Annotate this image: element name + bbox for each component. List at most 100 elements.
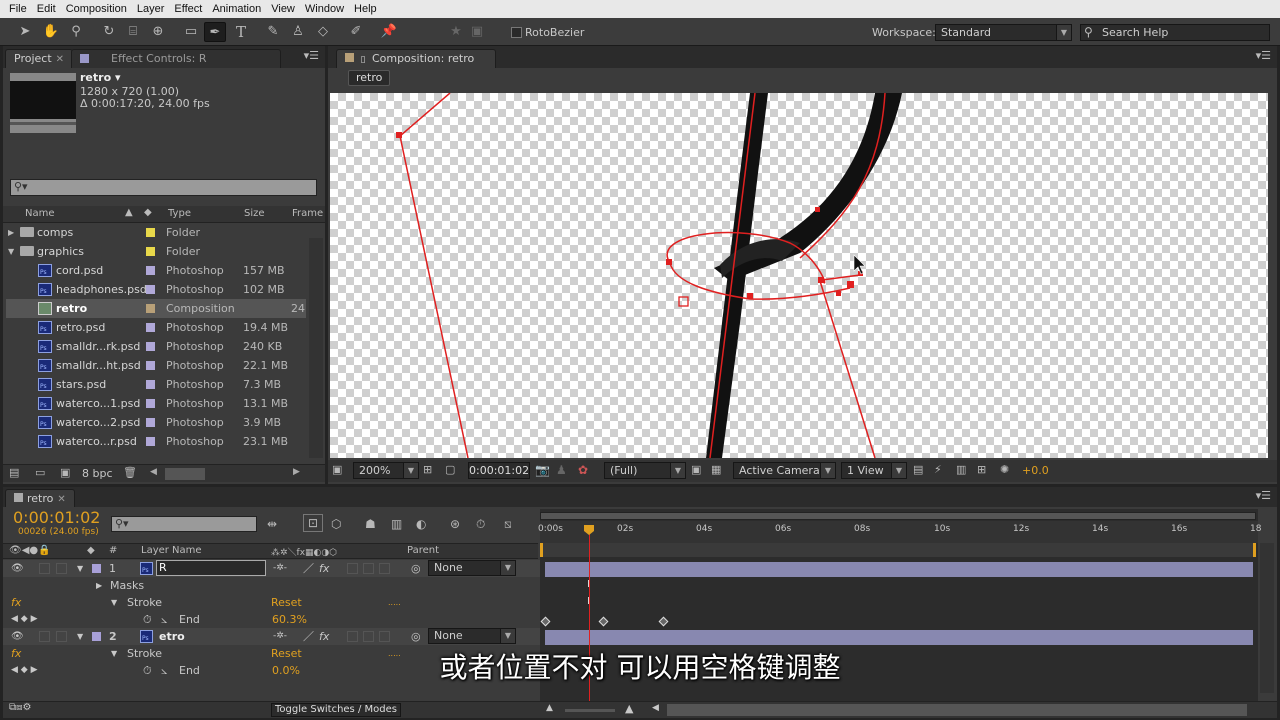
menu-effect[interactable]: Effect bbox=[169, 3, 207, 15]
mask-first-vertex[interactable] bbox=[678, 296, 689, 307]
switch-box[interactable] bbox=[363, 563, 374, 574]
project-item-comp[interactable]: retro Composition 24 bbox=[6, 299, 306, 318]
draft-3d-icon[interactable]: ⬡ bbox=[331, 514, 341, 534]
bpc-toggle[interactable]: 8 bpc bbox=[82, 467, 113, 480]
twirl-down-icon[interactable]: ▼ bbox=[111, 645, 117, 662]
switch-box[interactable] bbox=[379, 563, 390, 574]
quality-switch-icon[interactable]: ／ bbox=[303, 628, 314, 645]
toggle-pixel-aspect-icon[interactable]: ▤ bbox=[913, 460, 923, 480]
project-item-psd[interactable]: cord.psd Photoshop 157 MB bbox=[6, 261, 306, 280]
region-of-interest-icon[interactable]: ▣ bbox=[691, 460, 701, 480]
project-item-psd[interactable]: waterco...1.psd Photoshop 13.1 MB bbox=[6, 394, 306, 413]
time-zoom-slider[interactable] bbox=[565, 709, 615, 712]
clone-stamp-tool-icon[interactable]: ♙ bbox=[287, 22, 309, 42]
solo-toggle[interactable] bbox=[39, 631, 50, 642]
show-snapshot-icon[interactable]: ♟ bbox=[556, 460, 567, 480]
timeline-timecode[interactable]: 0:00:01:02 bbox=[13, 508, 100, 527]
end-value[interactable]: 60.3% bbox=[272, 611, 307, 628]
timeline-horizontal-scroll-thumb[interactable] bbox=[667, 704, 1247, 716]
menu-file[interactable]: File bbox=[4, 3, 32, 15]
motion-blur-icon[interactable]: ◐ bbox=[416, 514, 426, 534]
effect-switch-icon[interactable]: fx bbox=[319, 560, 329, 577]
snapshot-icon[interactable]: 📷 bbox=[535, 460, 550, 480]
col-layer-name[interactable]: Layer Name bbox=[141, 545, 202, 556]
scroll-left-icon[interactable]: ◀ bbox=[150, 467, 157, 477]
project-item-folder[interactable]: ▼ graphics Folder bbox=[6, 242, 306, 261]
workspace-dropdown[interactable]: Standard ▼ bbox=[935, 24, 1072, 41]
stroke-row-1[interactable]: fx ▼ Stroke Reset ..... bbox=[3, 594, 543, 611]
always-preview-icon[interactable]: ▣ bbox=[332, 460, 342, 480]
comp-breadcrumb[interactable]: retro bbox=[348, 70, 391, 86]
item-label-color[interactable] bbox=[146, 304, 155, 313]
hide-shy-layers-icon[interactable]: ☗ bbox=[365, 514, 376, 534]
exposure-reset-icon[interactable]: ✺ bbox=[1000, 460, 1009, 480]
effect-switch-icon[interactable]: fx bbox=[319, 628, 329, 645]
project-item-folder[interactable]: ▶ comps Folder bbox=[6, 223, 306, 242]
twirl-right-icon[interactable]: ▶ bbox=[96, 577, 102, 594]
menu-view[interactable]: View bbox=[266, 3, 300, 15]
fast-previews-icon[interactable]: ⚡ bbox=[934, 460, 942, 480]
work-area-bar[interactable] bbox=[540, 512, 1256, 520]
timeline-search-input[interactable]: ⚲▾ bbox=[111, 516, 257, 532]
view-layout-dropdown[interactable]: 1 View ▼ bbox=[841, 462, 907, 479]
twirl-down-icon[interactable]: ▼ bbox=[77, 560, 83, 577]
reset-link[interactable]: Reset bbox=[271, 594, 302, 611]
trash-icon[interactable]: 🗑 bbox=[123, 463, 137, 483]
fx-icon[interactable]: fx bbox=[11, 645, 21, 662]
lock-toggle[interactable] bbox=[56, 563, 67, 574]
current-time-field[interactable]: 0:00:01:02 bbox=[468, 462, 530, 479]
zoom-out-icon[interactable]: ▲ bbox=[546, 703, 553, 713]
brainstorm-icon[interactable]: ⊛ bbox=[450, 514, 460, 534]
keyframe-navigator-icon[interactable]: ◀ ◆ ▶ bbox=[11, 662, 38, 679]
quality-switch-icon[interactable]: ／ bbox=[303, 560, 314, 577]
comp-mini-flowchart-icon[interactable]: ⇹ bbox=[267, 514, 277, 534]
reset-link[interactable]: Reset bbox=[271, 645, 302, 662]
mask-vertex[interactable] bbox=[747, 293, 753, 299]
mask-vertex[interactable] bbox=[396, 132, 402, 138]
project-search-input[interactable]: ⚲▾ bbox=[10, 179, 317, 196]
eraser-tool-icon[interactable]: ◇ bbox=[312, 22, 334, 42]
layer-name-edit-field[interactable]: R bbox=[156, 560, 266, 576]
keyframe-diamond[interactable] bbox=[540, 616, 551, 627]
brush-tool-icon[interactable]: ✎ bbox=[262, 22, 284, 42]
project-item-psd[interactable]: stars.psd Photoshop 7.3 MB bbox=[6, 375, 306, 394]
new-folder-icon[interactable]: ▭ bbox=[35, 463, 45, 483]
layer-row-1[interactable]: 👁 ▼ 1 R -✲- ／ fx ◎ None ▼ bbox=[3, 560, 543, 577]
layer-label-color[interactable] bbox=[92, 564, 101, 573]
panel-menu-icon[interactable]: ▾☰ bbox=[1256, 489, 1271, 502]
project-item-psd[interactable]: headphones.psd Photoshop 102 MB bbox=[6, 280, 306, 299]
channel-icon[interactable]: ✿ bbox=[578, 460, 588, 480]
item-label-color[interactable] bbox=[146, 361, 155, 370]
item-label-color[interactable] bbox=[146, 285, 155, 294]
lock-icon[interactable]: ▯ bbox=[361, 55, 366, 65]
menu-help[interactable]: Help bbox=[349, 3, 382, 15]
layer-2-duration-bar[interactable] bbox=[545, 630, 1253, 645]
collapse-switch-icon[interactable]: -✲- bbox=[273, 628, 287, 645]
live-update-icon[interactable]: ⊡ bbox=[303, 514, 323, 532]
layer-label-color[interactable] bbox=[92, 632, 101, 641]
keyframe-diamond[interactable] bbox=[658, 616, 669, 627]
item-label-color[interactable] bbox=[146, 418, 155, 427]
exposure-value[interactable]: +0.0 bbox=[1022, 464, 1049, 477]
mask-visibility-icon[interactable]: ▢ bbox=[445, 460, 455, 480]
auto-keyframe-icon[interactable]: ⏱ bbox=[476, 514, 485, 534]
close-icon[interactable]: ✕ bbox=[56, 54, 64, 65]
tab-project[interactable]: Project ✕ bbox=[5, 49, 74, 68]
timeline-icon[interactable]: ▥ bbox=[956, 460, 966, 480]
switch-box[interactable] bbox=[363, 631, 374, 642]
timeline-vertical-scrollbar[interactable] bbox=[1260, 543, 1274, 693]
twirl-down-icon[interactable]: ▼ bbox=[77, 628, 83, 645]
pick-whip-icon[interactable]: ◎ bbox=[411, 628, 421, 645]
switch-box[interactable] bbox=[347, 563, 358, 574]
col-type[interactable]: Type bbox=[168, 208, 191, 219]
pen-tool-icon[interactable]: ✒ bbox=[204, 22, 226, 42]
twirl-down-icon[interactable]: ▼ bbox=[111, 594, 117, 611]
magnification-dropdown[interactable]: 200% ▼ bbox=[353, 462, 419, 479]
item-label-color[interactable] bbox=[146, 266, 155, 275]
parent-dropdown[interactable]: None ▼ bbox=[428, 628, 516, 644]
project-item-psd[interactable]: waterco...r.psd Photoshop 23.1 MB bbox=[6, 432, 306, 451]
lock-toggle[interactable] bbox=[56, 631, 67, 642]
end-value[interactable]: 0.0% bbox=[272, 662, 300, 679]
selection-tool-icon[interactable]: ➤ bbox=[14, 22, 36, 42]
switch-box[interactable] bbox=[379, 631, 390, 642]
